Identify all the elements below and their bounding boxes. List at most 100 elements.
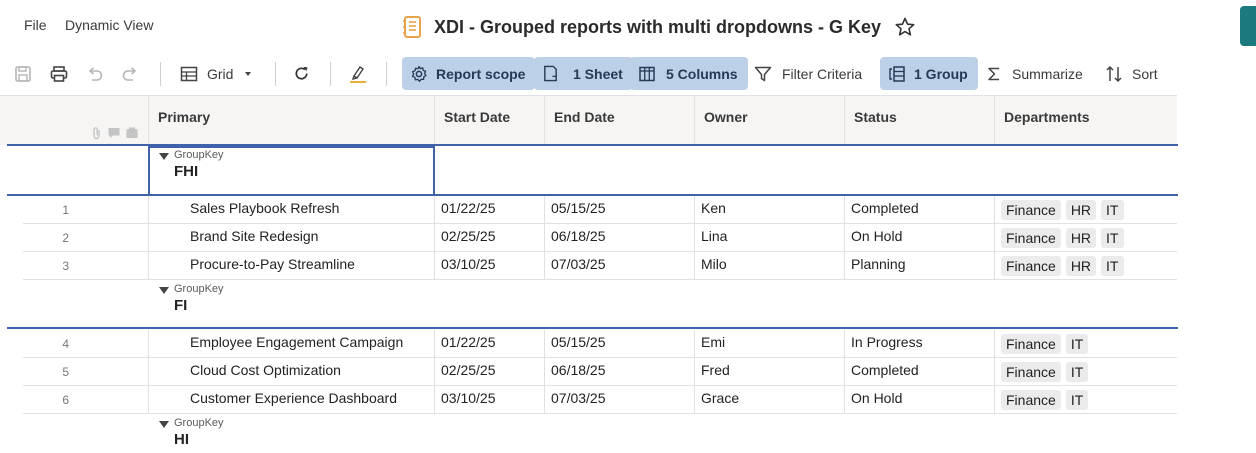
cell-end-date[interactable]: 06/18/25 <box>544 358 694 386</box>
grid-icon <box>180 66 198 81</box>
cell-status[interactable]: On Hold <box>844 386 994 414</box>
cell-primary[interactable]: Cloud Cost Optimization <box>148 358 434 386</box>
department-tag: HR <box>1065 200 1097 220</box>
cell-primary[interactable]: Employee Engagement Campaign <box>148 330 434 358</box>
cell-departments[interactable]: Finance IT <box>994 386 1177 414</box>
group-header-fi: GroupKey FI <box>23 280 1177 327</box>
columns-button[interactable]: 5 Columns <box>630 57 748 90</box>
group-key-label: GroupKey <box>174 283 224 295</box>
toolbar: Grid Report scope 1 Sheet 5 Columns Filt… <box>0 54 1256 94</box>
cell-departments[interactable]: Finance HR IT <box>994 196 1177 224</box>
cell-status[interactable]: Completed <box>844 358 994 386</box>
filter-criteria-button[interactable]: Filter Criteria <box>754 57 862 90</box>
department-tag: IT <box>1065 334 1089 354</box>
attachment-icon <box>93 127 100 140</box>
group-key-label: GroupKey <box>174 417 224 429</box>
grid-label: Grid <box>207 65 234 82</box>
column-header-owner[interactable]: Owner <box>694 96 844 146</box>
table-row[interactable]: 2 Brand Site Redesign 02/25/25 06/18/25 … <box>23 224 1177 252</box>
star-icon[interactable] <box>895 17 915 37</box>
sheet-icon <box>544 65 557 82</box>
cell-owner[interactable]: Grace <box>694 386 844 414</box>
column-header-primary[interactable]: Primary <box>148 96 434 146</box>
table-row[interactable]: 6 Customer Experience Dashboard 03/10/25… <box>23 386 1177 414</box>
cell-owner[interactable]: Fred <box>694 358 844 386</box>
toolbar-divider <box>160 62 161 86</box>
cell-primary[interactable]: Procure-to-Pay Streamline <box>148 252 434 280</box>
menu-file[interactable]: File <box>24 17 47 33</box>
cell-status[interactable]: In Progress <box>844 330 994 358</box>
sigma-icon <box>988 67 999 80</box>
cell-owner[interactable]: Emi <box>694 330 844 358</box>
redo-icon <box>122 66 137 81</box>
cell-status[interactable]: Completed <box>844 196 994 224</box>
table-row[interactable]: 4 Employee Engagement Campaign 01/22/25 … <box>23 330 1177 358</box>
department-tag: IT <box>1065 390 1089 410</box>
cell-start-date[interactable]: 03/10/25 <box>434 386 544 414</box>
selected-cell[interactable] <box>148 146 435 196</box>
cell-start-date[interactable]: 02/25/25 <box>434 358 544 386</box>
cell-start-date[interactable]: 03/10/25 <box>434 252 544 280</box>
undo-button[interactable] <box>86 57 104 90</box>
cell-status[interactable]: Planning <box>844 252 994 280</box>
share-button[interactable] <box>1240 6 1256 46</box>
columns-icon <box>639 66 655 81</box>
cell-status[interactable]: On Hold <box>844 224 994 252</box>
sort-button[interactable]: Sort <box>1105 57 1158 90</box>
row-number: 3 <box>62 259 69 273</box>
cell-start-date[interactable]: 01/22/25 <box>434 330 544 358</box>
table-row[interactable]: 5 Cloud Cost Optimization 02/25/25 06/18… <box>23 358 1177 386</box>
group-button[interactable]: 1 Group <box>880 57 978 90</box>
cell-owner[interactable]: Ken <box>694 196 844 224</box>
cell-departments[interactable]: Finance IT <box>994 358 1177 386</box>
group-name: FI <box>174 297 188 314</box>
department-tag: HR <box>1065 228 1097 248</box>
save-button[interactable] <box>14 57 32 90</box>
filter-icon <box>754 66 772 81</box>
toolbar-divider <box>275 62 276 86</box>
undo-icon <box>88 66 103 81</box>
column-header-status[interactable]: Status <box>844 96 994 146</box>
sheets-button[interactable]: 1 Sheet <box>534 57 633 90</box>
group-name: HI <box>174 431 189 448</box>
collapse-triangle-icon[interactable] <box>159 421 169 428</box>
group-label: 1 Group <box>914 65 968 82</box>
redo-button[interactable] <box>121 57 139 90</box>
menu-dynamic-view[interactable]: Dynamic View <box>65 17 153 33</box>
print-icon <box>50 65 68 82</box>
cell-primary[interactable]: Sales Playbook Refresh <box>148 196 434 224</box>
department-tag: Finance <box>1001 200 1061 220</box>
save-icon <box>15 65 31 82</box>
print-button[interactable] <box>50 57 68 90</box>
highlight-button[interactable] <box>348 57 368 90</box>
cell-end-date[interactable]: 05/15/25 <box>544 196 694 224</box>
report-scope-button[interactable]: Report scope <box>402 57 536 90</box>
cell-end-date[interactable]: 07/03/25 <box>544 386 694 414</box>
column-header-departments[interactable]: Departments <box>994 96 1177 146</box>
cell-owner[interactable]: Lina <box>694 224 844 252</box>
cell-end-date[interactable]: 05/15/25 <box>544 330 694 358</box>
cell-end-date[interactable]: 06/18/25 <box>544 224 694 252</box>
column-header-end-date[interactable]: End Date <box>544 96 694 146</box>
cell-primary[interactable]: Customer Experience Dashboard <box>148 386 434 414</box>
cell-departments[interactable]: Finance IT <box>994 330 1177 358</box>
view-grid-dropdown[interactable]: Grid <box>180 57 253 90</box>
summarize-button[interactable]: Summarize <box>986 57 1083 90</box>
cell-departments[interactable]: Finance HR IT <box>994 252 1177 280</box>
cell-departments[interactable]: Finance HR IT <box>994 224 1177 252</box>
cell-start-date[interactable]: 02/25/25 <box>434 224 544 252</box>
cell-owner[interactable]: Milo <box>694 252 844 280</box>
table-row[interactable]: 1 Sales Playbook Refresh 01/22/25 05/15/… <box>23 196 1177 224</box>
cell-start-date[interactable]: 01/22/25 <box>434 196 544 224</box>
table-row[interactable]: 3 Procure-to-Pay Streamline 03/10/25 07/… <box>23 252 1177 280</box>
department-tag: Finance <box>1001 334 1061 354</box>
refresh-button[interactable] <box>293 57 310 90</box>
cell-primary[interactable]: Brand Site Redesign <box>148 224 434 252</box>
cell-end-date[interactable]: 07/03/25 <box>544 252 694 280</box>
gear-icon <box>411 65 427 82</box>
collapse-triangle-icon[interactable] <box>159 287 169 294</box>
column-header-start-date[interactable]: Start Date <box>434 96 544 146</box>
department-tag: IT <box>1101 228 1124 248</box>
group-divider <box>7 327 1178 329</box>
department-tag: IT <box>1101 200 1124 220</box>
